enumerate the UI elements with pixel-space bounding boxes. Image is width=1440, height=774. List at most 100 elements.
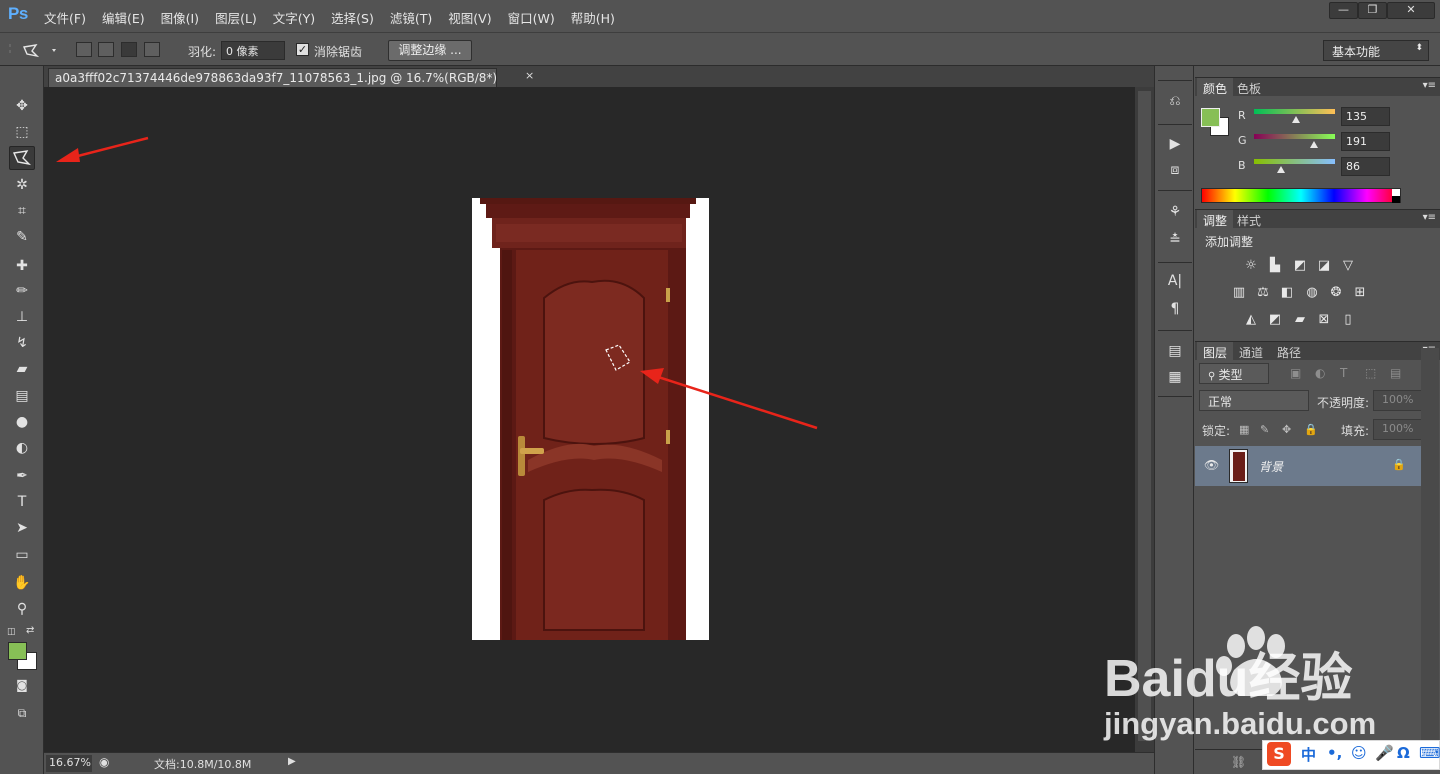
vibrance-icon[interactable]: ▽ (1339, 258, 1357, 274)
history-brush-tool-icon[interactable]: ↯ (9, 331, 35, 355)
menu-image[interactable]: 图像(I) (161, 8, 199, 27)
default-colors-icon[interactable]: ◫ (7, 627, 16, 637)
invert-icon[interactable]: ◭ (1242, 312, 1260, 328)
document-tab[interactable]: a0a3fff02c71374446de978863da93f7_1107856… (48, 68, 497, 87)
gradient-map-icon[interactable]: ▯ (1339, 312, 1357, 328)
tool-preset-picker[interactable] (6, 41, 56, 59)
antialias-checkbox[interactable]: ✓ (296, 43, 309, 56)
swap-colors-icon[interactable]: ⇄ (26, 625, 34, 636)
tab-swatches[interactable]: 色板 (1231, 78, 1267, 97)
shape-tool-icon[interactable]: ▭ (9, 543, 35, 567)
crop-tool-icon[interactable]: ⌗ (9, 199, 35, 223)
close-document-icon[interactable]: × (525, 69, 534, 82)
new-selection-icon[interactable] (76, 42, 92, 57)
marquee-tool-icon[interactable]: ⬚ (9, 120, 35, 144)
panel-menu-icon[interactable]: ▾≡ (1423, 80, 1436, 91)
properties-panel-icon[interactable]: ▤ (1163, 340, 1187, 362)
color-fg-swatch[interactable] (1201, 108, 1220, 127)
filter-type-icon[interactable]: T (1340, 366, 1347, 380)
ime-emoji-icon[interactable]: ☺ (1351, 744, 1367, 762)
sogou-logo-icon[interactable]: S (1267, 742, 1291, 766)
brush-panel-icon[interactable]: ⚘ (1163, 201, 1187, 223)
lock-position-icon[interactable]: ✥ (1282, 423, 1291, 436)
intersect-selection-icon[interactable] (144, 42, 160, 57)
restore-button[interactable]: ❐ (1358, 2, 1387, 19)
ime-keyboard-icon[interactable]: ⌨ (1419, 744, 1440, 762)
ime-voice-icon[interactable]: 🎤 (1375, 744, 1394, 762)
levels-icon[interactable]: ▙ (1266, 258, 1284, 274)
dodge-tool-icon[interactable]: ◐ (9, 436, 35, 460)
magic-wand-tool-icon[interactable]: ✲ (9, 173, 35, 197)
feather-input[interactable] (221, 41, 285, 60)
lock-pixels-icon[interactable]: ✎ (1260, 423, 1269, 436)
blur-tool-icon[interactable]: ● (9, 410, 35, 434)
quick-mask-icon[interactable]: ◙ (9, 673, 35, 697)
r-thumb[interactable] (1292, 116, 1300, 123)
gradient-tool-icon[interactable]: ▤ (9, 384, 35, 408)
healing-brush-tool-icon[interactable]: ✚ (9, 254, 35, 278)
panel-menu-icon[interactable]: ▾≡ (1423, 212, 1436, 223)
g-thumb[interactable] (1310, 141, 1318, 148)
filter-adjust-icon[interactable]: ◐ (1315, 366, 1325, 380)
b-value[interactable]: 86 (1341, 157, 1390, 176)
color-spectrum[interactable] (1201, 188, 1401, 203)
polygonal-lasso-tool-icon[interactable] (9, 146, 35, 170)
door-image[interactable] (472, 198, 709, 640)
menu-select[interactable]: 选择(S) (331, 8, 374, 27)
screen-mode-icon[interactable]: ⧉ (9, 701, 35, 725)
notes-panel-icon[interactable]: ▦ (1163, 366, 1187, 388)
filter-shape-icon[interactable]: ⬚ (1365, 366, 1376, 380)
menu-edit[interactable]: 编辑(E) (102, 8, 145, 27)
brightness-icon[interactable]: ☼ (1242, 258, 1260, 274)
b-thumb[interactable] (1277, 166, 1285, 173)
character-panel-icon[interactable]: A| (1163, 270, 1187, 292)
zoom-tool-icon[interactable]: ⚲ (9, 597, 35, 621)
type-tool-icon[interactable]: T (9, 490, 35, 514)
ime-chinese-mode[interactable]: 中 (1301, 744, 1316, 765)
photo-filter-icon[interactable]: ◍ (1303, 285, 1321, 301)
menu-file[interactable]: 文件(F) (44, 8, 86, 27)
3d-panel-icon[interactable]: ⧈ (1163, 159, 1187, 181)
filter-pixel-icon[interactable]: ▣ (1290, 366, 1301, 380)
brush-tool-icon[interactable]: ✏ (9, 279, 35, 303)
clone-stamp-tool-icon[interactable]: ⊥ (9, 305, 35, 329)
status-info-icon[interactable]: ◉ (99, 755, 109, 769)
b-slider[interactable] (1254, 159, 1335, 164)
menu-help[interactable]: 帮助(H) (571, 8, 615, 27)
color-lookup-icon[interactable]: ⊞ (1351, 285, 1369, 301)
layer-row[interactable]: 👁 背景 🔒 (1195, 446, 1421, 486)
link-layers-icon[interactable]: ⛓ (1231, 755, 1246, 769)
hue-saturation-icon[interactable]: ▥ (1230, 285, 1248, 301)
tab-adjustments[interactable]: 调整 (1197, 210, 1234, 229)
brush-presets-icon[interactable]: ≛ (1163, 229, 1187, 251)
pen-tool-icon[interactable]: ✒ (9, 464, 35, 488)
lock-transparent-icon[interactable]: ▦ (1239, 423, 1249, 436)
paragraph-panel-icon[interactable]: ¶ (1163, 298, 1187, 320)
black-white-icon[interactable]: ◧ (1278, 285, 1296, 301)
tab-styles[interactable]: 样式 (1231, 210, 1267, 229)
menu-view[interactable]: 视图(V) (448, 8, 491, 27)
layer-filter-select[interactable]: ⚲ 类型 (1199, 363, 1269, 384)
selective-color-icon[interactable]: ⊠ (1315, 312, 1333, 328)
tab-channels[interactable]: 通道 (1233, 342, 1269, 361)
threshold-icon[interactable]: ▰ (1291, 312, 1309, 328)
r-value[interactable]: 135 (1341, 107, 1390, 126)
menu-layer[interactable]: 图层(L) (215, 8, 257, 27)
tab-layers[interactable]: 图层 (1197, 342, 1234, 361)
filter-smart-icon[interactable]: ▤ (1390, 366, 1401, 380)
hand-tool-icon[interactable]: ✋ (9, 571, 35, 595)
menu-type[interactable]: 文字(Y) (273, 8, 315, 27)
tab-paths[interactable]: 路径 (1271, 342, 1307, 361)
layers-scrollbar[interactable] (1421, 348, 1439, 748)
refine-edge-button[interactable]: 调整边缘 ... (388, 40, 472, 61)
menu-filter[interactable]: 滤镜(T) (390, 8, 432, 27)
minimize-button[interactable]: — (1329, 2, 1358, 19)
eraser-tool-icon[interactable]: ▰ (9, 357, 35, 381)
close-window-button[interactable]: ✕ (1387, 2, 1435, 19)
exposure-icon[interactable]: ◪ (1315, 258, 1333, 274)
zoom-level[interactable]: 16.67% (46, 755, 92, 772)
add-to-selection-icon[interactable] (98, 42, 114, 57)
layer-name[interactable]: 背景 (1259, 458, 1283, 475)
workspace-select[interactable]: 基本功能 ⬍ (1323, 40, 1429, 61)
color-balance-icon[interactable]: ⚖ (1254, 285, 1272, 301)
